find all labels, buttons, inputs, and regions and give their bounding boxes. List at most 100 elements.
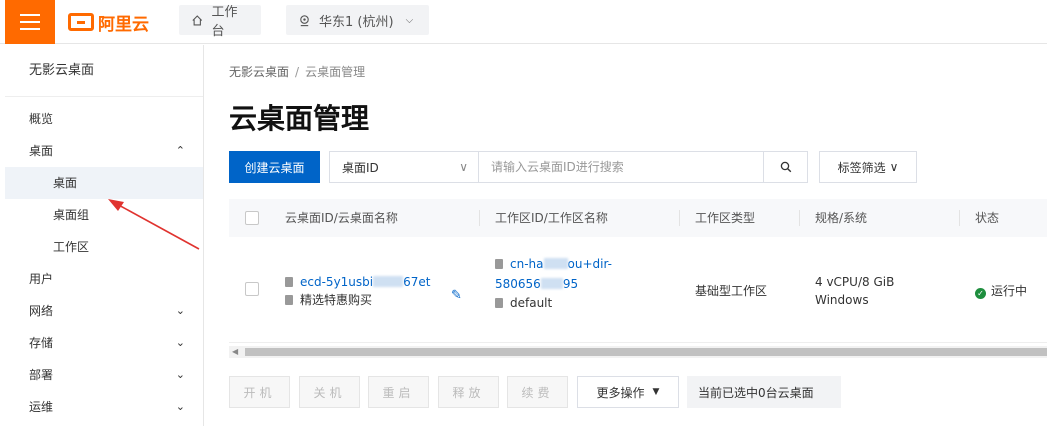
search-field-select-value: 桌面ID [342, 160, 379, 175]
scrollbar-thumb[interactable] [245, 348, 1047, 356]
sidebar-item-desktop[interactable]: 桌面 [5, 167, 203, 199]
sidebar-item-workspace[interactable]: 工作区 [5, 231, 203, 263]
chevron-down-icon: ⌄ [175, 304, 185, 317]
sidebar-item-overview[interactable]: 概览 [5, 103, 203, 135]
column-header: 云桌面ID/云桌面名称 [285, 211, 398, 225]
chevron-down-icon: ⌄ [175, 368, 185, 381]
tag-filter-label: 标签筛选 [837, 160, 886, 175]
desktop-id-prefix: ecd-5y1usbi [300, 275, 374, 289]
sidebar-item-deploy[interactable]: 部署 ⌄ [5, 359, 203, 391]
search-input[interactable] [478, 151, 764, 183]
toolbar: 创建云桌面 桌面ID ∨ 标签筛选 ∨ [229, 151, 1047, 183]
search-field-select[interactable]: 桌面ID ∨ [329, 151, 479, 183]
aliyun-logo[interactable]: 阿里云 [68, 10, 149, 35]
sidebar-item-desktop-groups[interactable]: 桌面组 [5, 199, 203, 231]
workbench-button[interactable]: 工作台 [179, 5, 261, 39]
spec-value: 4 vCPU/8 GiB [815, 275, 895, 289]
document-icon [495, 298, 503, 308]
document-icon [495, 259, 503, 269]
more-actions-button[interactable]: 更多操作 ▼ [577, 376, 679, 408]
sidebar-item-desktop-group[interactable]: 桌面 ⌃ [5, 135, 203, 167]
shutdown-button[interactable]: 关机 [299, 376, 360, 408]
sidebar-item-network[interactable]: 网络 ⌄ [5, 295, 203, 327]
table-header: 云桌面ID/云桌面名称 工作区ID/工作区名称 工作区类型 规格/系统 状态 [229, 199, 1047, 237]
menu-hamburger-icon[interactable] [5, 0, 55, 44]
os-value: Windows [815, 293, 869, 307]
chevron-up-icon: ⌃ [175, 144, 185, 157]
redacted-mask [543, 258, 568, 269]
tag-filter-button[interactable]: 标签筛选 ∨ [819, 151, 917, 183]
create-desktop-button[interactable]: 创建云桌面 [229, 151, 320, 183]
column-header: 规格/系统 [815, 211, 868, 225]
redacted-mask [540, 277, 563, 289]
edit-pencil-icon[interactable]: ✎ [451, 288, 462, 303]
sidebar-item-label: 桌面 [29, 144, 54, 158]
column-header: 状态 [975, 211, 1000, 225]
status-cell: ✓ 运行中 [975, 282, 1027, 299]
region-label: 华东1 (杭州) [319, 14, 394, 30]
selection-info: 当前已选中0台云桌面 [687, 376, 841, 408]
home-icon [192, 14, 203, 25]
sidebar-item-label: 用户 [29, 272, 54, 286]
row-checkbox[interactable] [245, 282, 259, 296]
sidebar-item-storage[interactable]: 存储 ⌄ [5, 327, 203, 359]
desktop-id-suffix: 67et [403, 275, 431, 289]
scroll-left-arrow-icon[interactable]: ◀ [232, 346, 238, 358]
location-pin-icon [300, 14, 309, 26]
workbench-label: 工作台 [211, 5, 238, 39]
breadcrumb-separator: / [295, 65, 300, 79]
breadcrumb-current: 云桌面管理 [305, 65, 366, 79]
search-button[interactable] [763, 151, 808, 183]
select-all-checkbox[interactable] [245, 211, 259, 225]
column-header: 工作区类型 [695, 211, 756, 225]
desktop-id-cell: ecd-5y1usbi 67et 精选特惠购买 [285, 273, 430, 309]
restart-button[interactable]: 重启 [368, 376, 429, 408]
sidebar-item-label: 部署 [29, 368, 54, 382]
top-navigation-bar: 阿里云 工作台 华东1 (杭州) ⌵ [0, 0, 1047, 44]
sidebar-item-label: 桌面组 [53, 208, 90, 222]
search-icon [780, 161, 791, 173]
horizontal-scrollbar[interactable]: ◀ [229, 346, 1047, 358]
workspace-id-suffix: ou+dir- [567, 257, 612, 271]
table-row: ecd-5y1usbi 67et 精选特惠购买 ✎ cn-ha ou+dir- 58… [229, 237, 1047, 343]
workspace-id-suffix: 95 [562, 276, 579, 291]
chevron-down-icon: ∨ [889, 160, 899, 174]
spec-cell: 4 vCPU/8 GiB Windows [815, 273, 894, 309]
chevron-down-icon: ⌄ [175, 400, 185, 413]
workspace-id-prefix: cn-ha [510, 257, 544, 271]
sidebar-item-label: 概览 [29, 112, 54, 126]
desktop-name: 精选特惠购买 [300, 293, 373, 307]
workspace-id-link-line1[interactable]: cn-ha ou+dir- [510, 257, 612, 271]
breadcrumb: 无影云桌面 / 云桌面管理 [229, 63, 365, 80]
workspace-id-link-line2[interactable]: 580656 95 [495, 277, 578, 291]
chevron-down-icon: ⌵ [405, 14, 414, 26]
main-content: 无影云桌面 / 云桌面管理 云桌面管理 创建云桌面 桌面ID ∨ 标签筛选 ∨ 云桌… [229, 45, 1047, 426]
sidebar-item-ops[interactable]: 运维 ⌄ [5, 391, 203, 423]
caret-down-icon: ▼ [652, 387, 660, 397]
start-button[interactable]: 开机 [229, 376, 290, 408]
desktop-id-link[interactable]: ecd-5y1usbi 67et [300, 275, 430, 289]
breadcrumb-root[interactable]: 无影云桌面 [229, 65, 289, 79]
status-text: 运行中 [991, 284, 1028, 298]
sidebar-item-label: 网络 [29, 304, 54, 318]
desktop-table: 云桌面ID/云桌面名称 工作区ID/工作区名称 工作区类型 规格/系统 状态 e… [229, 199, 1047, 343]
renew-button[interactable]: 续费 [507, 376, 568, 408]
workspace-cell: cn-ha ou+dir- 580656 95 default [495, 255, 612, 314]
brand-name: 阿里云 [98, 14, 149, 35]
region-selector[interactable]: 华东1 (杭州) ⌵ [286, 5, 429, 35]
sidebar-item-label: 工作区 [53, 240, 90, 254]
sidebar-item-label: 存储 [29, 336, 54, 350]
more-actions-label: 更多操作 [596, 385, 645, 400]
sidebar-item-users[interactable]: 用户 [5, 263, 203, 295]
page-title: 云桌面管理 [229, 102, 370, 135]
column-header: 工作区ID/工作区名称 [495, 211, 608, 225]
batch-actions-bar: 开机 关机 重启 释放 续费 更多操作 ▼ 当前已选中0台云桌面 [229, 376, 1047, 408]
aliyun-logo-mark-icon [68, 13, 94, 31]
chevron-down-icon: ⌄ [175, 336, 185, 349]
sidebar-item-label: 桌面 [53, 176, 78, 190]
sidebar-title[interactable]: 无影云桌面 [5, 45, 203, 97]
sidebar: 无影云桌面 概览 桌面 ⌃ 桌面 桌面组 工作区 用户 网络 ⌄ 存储 ⌄ 部署 ⌄ 运… [5, 45, 204, 426]
redacted-mask [373, 276, 404, 287]
release-button[interactable]: 释放 [438, 376, 499, 408]
sidebar-item-label: 运维 [29, 400, 54, 414]
